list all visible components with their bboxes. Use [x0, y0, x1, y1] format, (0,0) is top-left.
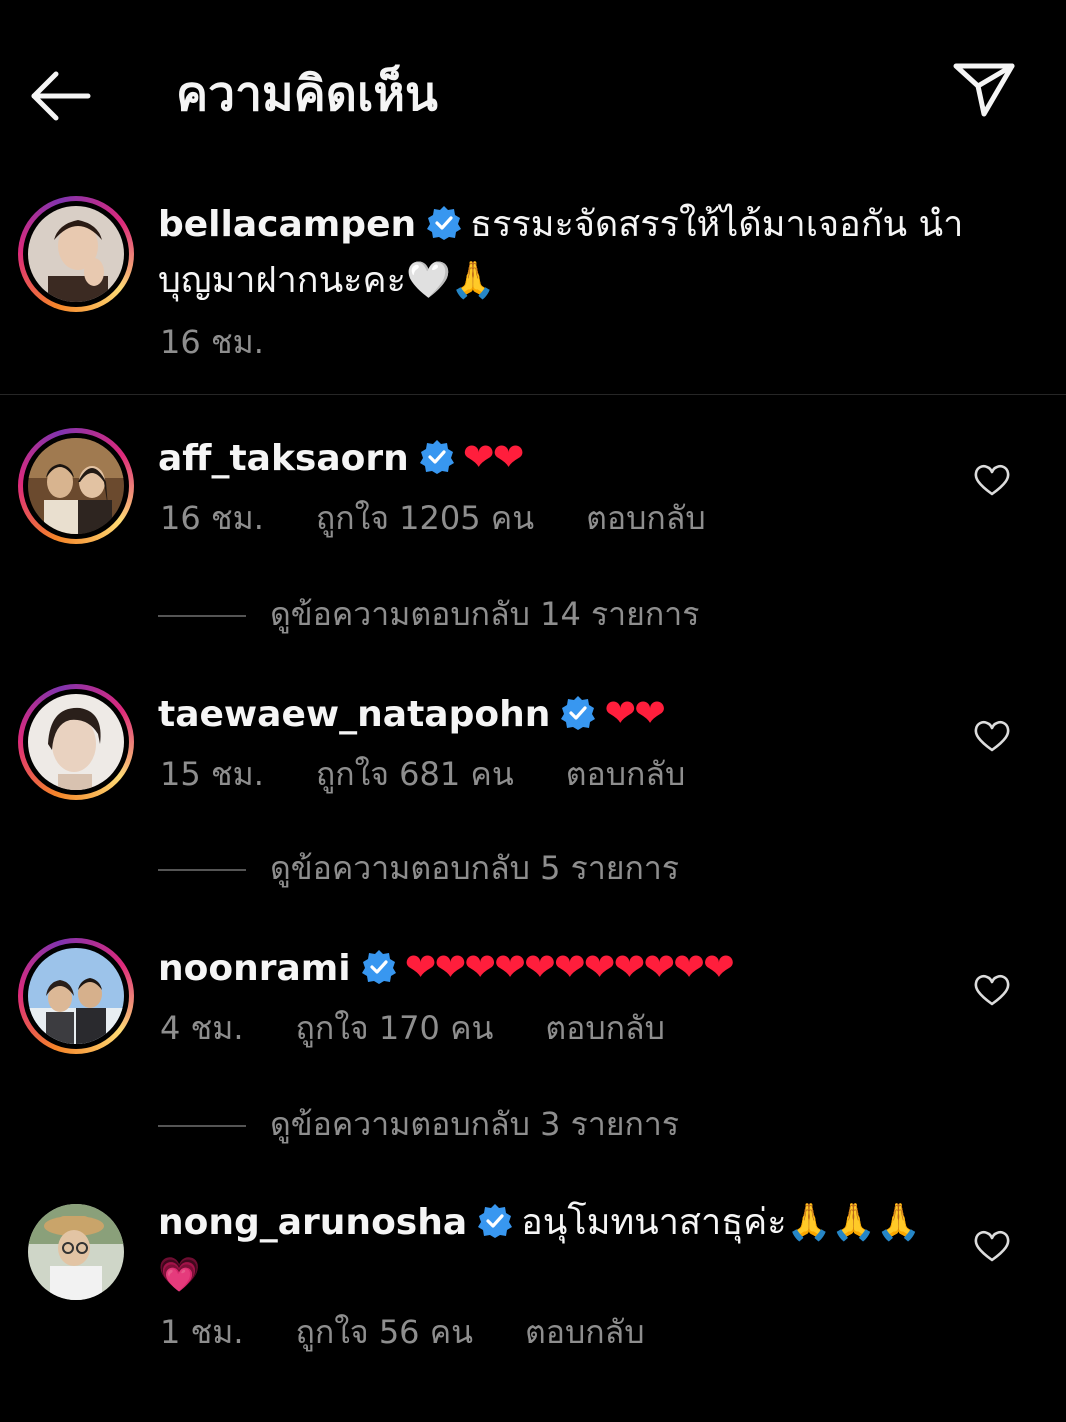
profile-photo [28, 438, 124, 534]
view-replies-button[interactable]: ดูข้อความตอบกลับ 5 รายการ [158, 846, 679, 890]
reply-button[interactable]: ตอบกลับ [545, 1006, 665, 1050]
caption-time: 16 ชม. [160, 323, 264, 361]
comment-line-2: 💗 [158, 1248, 200, 1308]
page-title: ความคิดเห็น [176, 66, 438, 122]
share-button[interactable] [950, 58, 1020, 124]
comment-text: ❤❤ [604, 691, 666, 735]
reply-button[interactable]: ตอบกลับ [525, 1310, 645, 1354]
comment-likes[interactable]: ถูกใจ 56 คน [296, 1310, 473, 1354]
comment-time: 1 ชม. [160, 1313, 244, 1351]
comment-time: 4 ชม. [160, 1009, 244, 1047]
comment-time: 15 ชม. [160, 755, 264, 793]
comment-line: aff_taksaorn ❤❤ [158, 430, 525, 492]
avatar-aff-taksaorn[interactable] [18, 428, 134, 544]
heart-outline-icon [974, 1230, 1010, 1262]
avatar-bellacampen[interactable] [18, 196, 134, 312]
comment-meta: 1 ชม. ถูกใจ 56 คน ตอบกลับ [160, 1310, 645, 1354]
profile-photo [28, 694, 124, 790]
comment-meta: 16 ชม. ถูกใจ 1205 คน ตอบกลับ [160, 496, 706, 540]
replies-dash [158, 615, 246, 617]
like-button[interactable] [972, 1228, 1012, 1264]
verified-badge-icon [561, 696, 596, 730]
comment-text: อนุโมทนาสาธุค่ะ🙏🙏🙏 [521, 1202, 922, 1243]
verified-badge-icon [361, 950, 396, 984]
paper-plane-icon [953, 63, 1015, 117]
caption-text: ธรรมะจัดสรรให้ได้มาเจอกัน นำ [470, 204, 964, 245]
caption-line-1: bellacampen ธรรมะจัดสรรให้ได้มาเจอกัน นำ [158, 198, 963, 258]
comment-text: ❤❤❤❤❤❤❤❤❤❤❤ [404, 945, 735, 989]
profile-photo [28, 1204, 124, 1300]
view-replies-label: ดูข้อความตอบกลับ 3 รายการ [270, 1105, 680, 1143]
comment-line: taewaew_natapohn ❤❤ [158, 686, 666, 748]
comment-likes[interactable]: ถูกใจ 170 คน [296, 1006, 494, 1050]
view-replies-label: ดูข้อความตอบกลับ 14 รายการ [270, 595, 700, 633]
verified-badge-icon [427, 206, 462, 240]
top-bar: ความคิดเห็น [0, 0, 1066, 190]
comment-username[interactable]: aff_taksaorn [158, 438, 409, 479]
profile-photo [28, 206, 124, 302]
comment-time: 16 ชม. [160, 499, 264, 537]
like-button[interactable] [972, 972, 1012, 1008]
heart-outline-icon [974, 464, 1010, 496]
comment-text: ❤❤ [462, 435, 525, 479]
back-button[interactable] [26, 64, 96, 128]
comment-likes[interactable]: ถูกใจ 1205 คน [316, 496, 534, 540]
heart-outline-icon [974, 720, 1010, 752]
comment-line: nong_arunosha อนุโมทนาสาธุค่ะ🙏🙏🙏 [158, 1196, 921, 1256]
replies-dash [158, 869, 246, 871]
view-replies-label: ดูข้อความตอบกลับ 5 รายการ [270, 849, 680, 887]
verified-badge-icon [478, 1204, 513, 1238]
caption-username[interactable]: bellacampen [158, 204, 416, 245]
comment-meta: 4 ชม. ถูกใจ 170 คน ตอบกลับ [160, 1006, 665, 1050]
avatar-noonrami[interactable] [18, 938, 134, 1054]
caption-meta: 16 ชม. [160, 320, 264, 364]
comment-likes[interactable]: ถูกใจ 681 คน [316, 752, 514, 796]
heart-outline-icon [974, 974, 1010, 1006]
comment-line: noonrami ❤❤❤❤❤❤❤❤❤❤❤ [158, 940, 735, 1002]
caption-line-2: บุญมาฝากนะคะ🤍🙏 [158, 254, 496, 314]
replies-dash [158, 1125, 246, 1127]
caption-text-continued: บุญมาฝากนะคะ🤍🙏 [158, 260, 496, 301]
verified-badge-icon [419, 440, 454, 474]
like-button[interactable] [972, 462, 1012, 498]
profile-photo [28, 948, 124, 1044]
view-replies-button[interactable]: ดูข้อความตอบกลับ 3 รายการ [158, 1102, 679, 1146]
comment-meta: 15 ชม. ถูกใจ 681 คน ตอบกลับ [160, 752, 685, 796]
reply-button[interactable]: ตอบกลับ [566, 752, 686, 796]
divider [0, 394, 1066, 395]
avatar-taewaew-natapohn[interactable] [18, 684, 134, 800]
view-replies-button[interactable]: ดูข้อความตอบกลับ 14 รายการ [158, 592, 699, 636]
avatar-nong-arunosha[interactable] [28, 1204, 124, 1300]
comment-username[interactable]: noonrami [158, 948, 351, 989]
arrow-left-icon [31, 71, 91, 121]
comment-text-continued: 💗 [158, 1255, 201, 1295]
like-button[interactable] [972, 718, 1012, 754]
reply-button[interactable]: ตอบกลับ [586, 496, 706, 540]
comment-username[interactable]: taewaew_natapohn [158, 694, 550, 735]
comment-username[interactable]: nong_arunosha [158, 1202, 467, 1243]
